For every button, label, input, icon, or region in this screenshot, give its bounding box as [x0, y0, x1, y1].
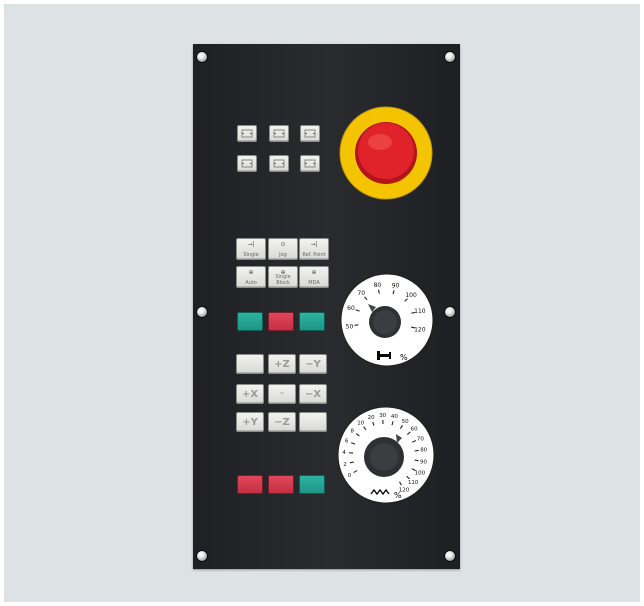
mode-key-label: Ref. Point	[302, 252, 326, 258]
dial-tick-label: 8	[351, 429, 355, 435]
jog-key-2[interactable]: +Z	[268, 354, 296, 374]
emergency-stop-button[interactable]	[339, 106, 433, 200]
feed-override-dial[interactable]: 024681020 30 405060708090100110120 %	[336, 405, 436, 505]
mode-key-4[interactable]: ⊕ Auto	[236, 266, 266, 288]
dial-tick-label: 2	[343, 462, 347, 468]
dial-tick-label: 110	[408, 480, 419, 486]
user-key-2[interactable]	[269, 125, 289, 142]
spindle-percent-sign: %	[400, 353, 408, 362]
spindle-reset-button[interactable]	[299, 312, 325, 331]
screw-bottom-right	[444, 550, 456, 562]
mode-key-label: Single Block	[275, 274, 291, 286]
dial-tick-label: 100	[405, 292, 417, 299]
spindle-override-dial[interactable]: 50 60 70 80 90 100 110 120 %	[339, 272, 435, 368]
jog-key-5[interactable]: ~	[268, 384, 296, 404]
screw-top-right	[444, 51, 456, 63]
mode-key-3[interactable]: →| Ref. Point	[299, 238, 329, 260]
user-slot-icon	[273, 129, 285, 138]
dial-tick-label: 40	[391, 414, 398, 420]
user-key-5[interactable]	[269, 155, 289, 172]
user-slot-icon	[241, 159, 253, 168]
cycle-stop-button[interactable]	[268, 475, 294, 494]
jog-key-7[interactable]: +Y	[236, 412, 264, 432]
dial-tick-label: 70	[357, 290, 365, 297]
mode-key-2[interactable]: ⊙ Jog	[268, 238, 298, 260]
mode-key-5[interactable]: ⊕ Single Block	[268, 266, 298, 288]
dial-tick-mark	[414, 449, 419, 452]
jog-key-label: +X	[241, 388, 259, 400]
mode-key-label: Single	[243, 252, 259, 258]
dial-tick-label: 4	[342, 450, 346, 456]
dial-tick-label: 100	[415, 471, 426, 477]
user-slot-icon	[304, 129, 316, 138]
dial-tick-label: 0	[348, 473, 352, 479]
jog-key-8[interactable]: −Z	[268, 412, 296, 432]
mode-key-label: Jog	[279, 252, 287, 258]
mode-key-label: MDA	[308, 280, 320, 286]
jog-key-9[interactable]	[299, 412, 327, 432]
dial-tick-label: 80	[420, 448, 427, 454]
mode-key-1[interactable]: →| Single	[236, 238, 266, 260]
screw-mid-left	[196, 306, 208, 318]
jog-key-3[interactable]: −Y	[299, 354, 327, 374]
jog-key-label: ~	[279, 391, 285, 397]
jog-key-4[interactable]: +X	[236, 384, 264, 404]
jog-key-label: +Z	[274, 358, 290, 370]
jog-key-label: −Y	[305, 358, 321, 370]
user-slot-icon	[304, 159, 316, 168]
dial-tick-label: 110	[414, 308, 426, 315]
mode-symbol-icon: →|	[310, 241, 318, 248]
mode-key-6[interactable]: ⊕ MDA	[299, 266, 329, 288]
dial-tick-mark	[354, 324, 359, 326]
mode-symbol-icon: →|	[247, 241, 255, 248]
jog-key-1[interactable]	[236, 354, 264, 374]
dial-tick-label: 20	[368, 415, 375, 421]
cycle-start-button[interactable]	[299, 475, 325, 494]
mode-symbol-icon: ⊙	[280, 241, 286, 248]
dial-tick-mark	[414, 459, 419, 462]
user-key-6[interactable]	[300, 155, 320, 172]
screw-bottom-left	[196, 550, 208, 562]
dial-tick-label: 6	[345, 439, 349, 445]
dial-tick-label: 50	[346, 323, 354, 330]
feed-percent-sign: %	[394, 491, 402, 500]
dial-tick-label: 60	[347, 305, 355, 312]
dial-tick-label: 60	[411, 427, 418, 433]
screw-top-left	[196, 51, 208, 63]
mode-key-label: Auto	[245, 280, 257, 286]
spindle-stop-button[interactable]	[268, 312, 294, 331]
dial-tick-label: 80	[374, 282, 382, 289]
jog-key-label: +Y	[242, 416, 258, 428]
dial-tick-label: 90	[392, 283, 400, 290]
jog-key-label: −X	[304, 388, 322, 400]
dial-tick-label: 50	[402, 419, 409, 425]
jog-key-6[interactable]: −X	[299, 384, 327, 404]
dial-tick-label: 90	[420, 459, 427, 465]
user-slot-icon	[273, 159, 285, 168]
mode-symbol-icon: ⊕	[248, 269, 254, 276]
user-key-4[interactable]	[237, 155, 257, 172]
screw-mid-right	[444, 306, 456, 318]
user-slot-icon	[241, 129, 253, 138]
feed-stop-button[interactable]	[237, 475, 263, 494]
dial-tick-label: 30	[379, 413, 386, 419]
jog-key-label: −Z	[274, 416, 290, 428]
spindle-start-button[interactable]	[237, 312, 263, 331]
mode-symbol-icon: ⊕	[311, 269, 317, 276]
dial-tick-label: 70	[417, 436, 424, 442]
dial-tick-label: 10	[357, 420, 364, 426]
user-key-1[interactable]	[237, 125, 257, 142]
user-key-3[interactable]	[300, 125, 320, 142]
dial-tick-label: 120	[414, 326, 426, 333]
